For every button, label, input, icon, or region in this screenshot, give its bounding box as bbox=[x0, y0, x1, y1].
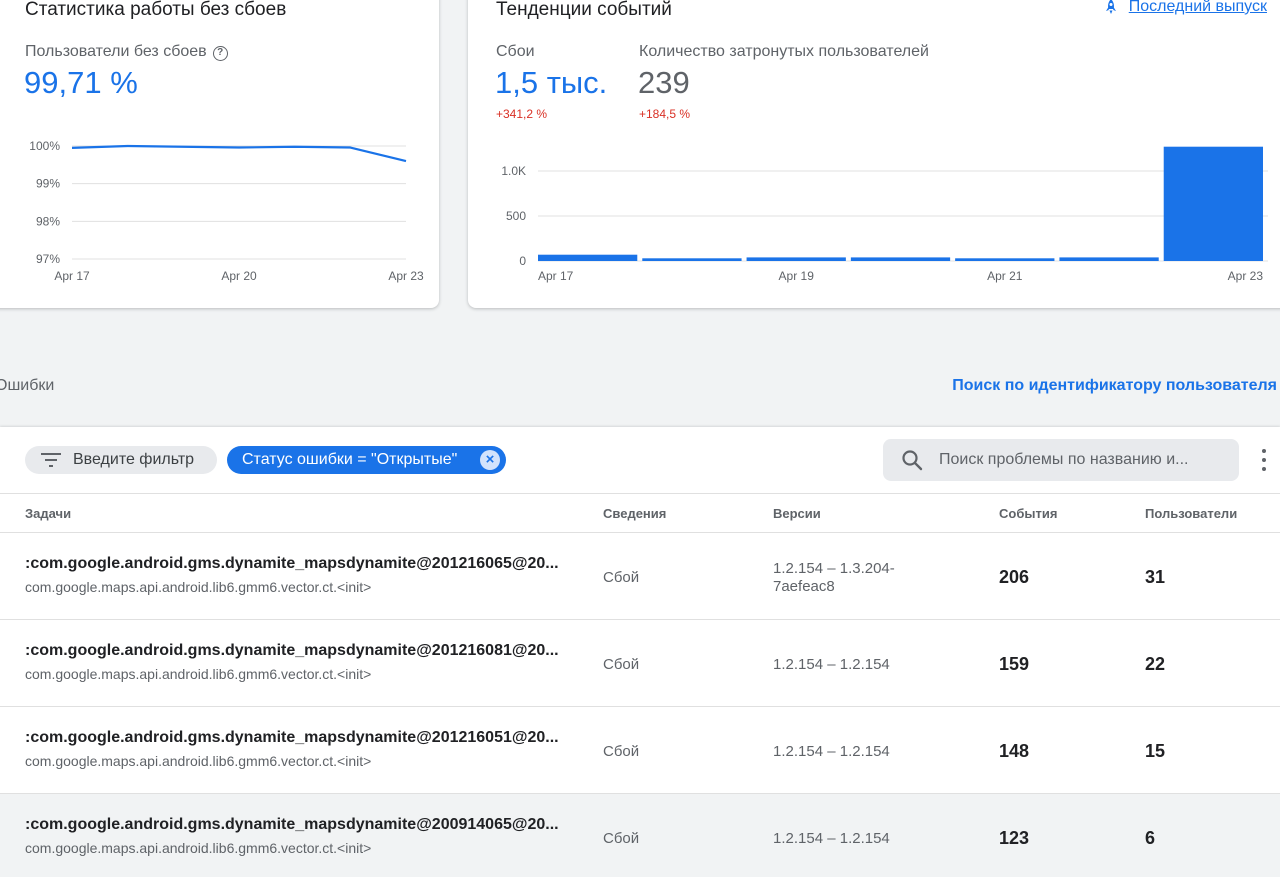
issue-details: Сбой bbox=[603, 569, 640, 586]
x-tick-label: Apr 17 bbox=[54, 269, 90, 283]
table-row[interactable]: :com.google.android.gms.dynamite_mapsdyn… bbox=[0, 620, 1280, 707]
y-tick-label: 98% bbox=[36, 214, 60, 228]
crash-free-users-line bbox=[71, 144, 407, 163]
close-icon[interactable]: × bbox=[480, 450, 500, 470]
filter-icon bbox=[41, 453, 61, 467]
table-row[interactable]: :com.google.android.gms.dynamite_mapsdyn… bbox=[0, 707, 1280, 794]
bar bbox=[850, 257, 951, 261]
search-icon bbox=[902, 450, 923, 471]
x-tick-label: Apr 23 bbox=[388, 269, 424, 283]
issue-users: 22 bbox=[1145, 654, 1166, 674]
column-issues[interactable]: Задачи bbox=[25, 506, 71, 521]
issue-versions: 1.2.154 – 1.2.154 bbox=[773, 656, 890, 673]
issue-subtitle: com.google.maps.api.android.lib6.gmm6.ve… bbox=[25, 753, 372, 769]
event-trends-bar-chart: 1.0K 500 0 Apr 17 Apr 19 Apr 21 Apr 23 bbox=[501, 146, 1268, 283]
table-row[interactable]: :com.google.android.gms.dynamite_mapsdyn… bbox=[0, 794, 1280, 877]
issue-events: 206 bbox=[999, 567, 1030, 587]
issue-versions: 1.2.154 – 1.3.204-7aefeac8 bbox=[773, 560, 895, 595]
table-row[interactable]: :com.google.android.gms.dynamite_mapsdyn… bbox=[0, 533, 1280, 620]
issue-users: 31 bbox=[1145, 567, 1166, 587]
stability-line-chart: 100% 99% 98% 97% Apr 17 Apr 20 Apr 23 bbox=[29, 139, 424, 283]
status-filter-chip[interactable]: Статус ошибки = "Открытые" × bbox=[227, 446, 506, 474]
issue-cell: :com.google.android.gms.dynamite_mapsdyn… bbox=[25, 555, 565, 595]
column-versions[interactable]: Версии bbox=[773, 506, 821, 521]
bar bbox=[1059, 257, 1159, 261]
issue-title[interactable]: :com.google.android.gms.dynamite_mapsdyn… bbox=[25, 816, 565, 834]
issue-details: Сбой bbox=[603, 656, 640, 673]
issue-events: 123 bbox=[999, 828, 1030, 848]
x-tick-label: Apr 23 bbox=[1228, 269, 1264, 283]
issues-table-panel: Введите фильтр Статус ошибки = "Открытые… bbox=[0, 427, 1280, 877]
issue-title[interactable]: :com.google.android.gms.dynamite_mapsdyn… bbox=[25, 642, 565, 660]
issues-toolbar: Введите фильтр Статус ошибки = "Открытые… bbox=[0, 427, 1280, 493]
bar bbox=[538, 254, 638, 261]
search-by-user-id-link[interactable]: Поиск по идентификатору пользователя bbox=[952, 377, 1277, 395]
bar bbox=[642, 258, 742, 261]
issue-subtitle: com.google.maps.api.android.lib6.gmm6.ve… bbox=[25, 666, 372, 682]
y-tick-label: 1.0K bbox=[501, 164, 526, 178]
status-chip-label: Статус ошибки = "Открытые" bbox=[242, 451, 458, 468]
y-tick-label: 0 bbox=[519, 254, 526, 268]
x-tick-label: Apr 20 bbox=[221, 269, 257, 283]
column-users[interactable]: Пользователи bbox=[1145, 506, 1237, 521]
stability-card: Статистика работы без сбоев Пользователи… bbox=[0, 0, 439, 308]
filter-chip-label: Введите фильтр bbox=[73, 451, 195, 468]
y-tick-label: 99% bbox=[36, 177, 60, 191]
y-tick-label: 500 bbox=[506, 209, 526, 223]
issue-title[interactable]: :com.google.android.gms.dynamite_mapsdyn… bbox=[25, 555, 565, 573]
issue-cell: :com.google.android.gms.dynamite_mapsdyn… bbox=[25, 642, 565, 682]
x-tick-label: Apr 21 bbox=[987, 269, 1023, 283]
event-trends-card: Тенденции событий Последний выпуск Сбои … bbox=[468, 0, 1280, 308]
y-tick-label: 97% bbox=[36, 252, 60, 266]
more-vert-icon[interactable] bbox=[1255, 447, 1273, 473]
issue-cell: :com.google.android.gms.dynamite_mapsdyn… bbox=[25, 729, 565, 769]
issue-users: 15 bbox=[1145, 741, 1166, 761]
bar bbox=[1163, 146, 1263, 261]
issue-users: 6 bbox=[1145, 828, 1156, 848]
x-tick-label: Apr 17 bbox=[538, 269, 574, 283]
table-header: Задачи Сведения Версии События Пользоват… bbox=[0, 493, 1280, 533]
issue-cell: :com.google.android.gms.dynamite_mapsdyn… bbox=[25, 816, 565, 856]
issue-title[interactable]: :com.google.android.gms.dynamite_mapsdyn… bbox=[25, 729, 565, 747]
y-tick-label: 100% bbox=[29, 139, 60, 153]
issue-events: 159 bbox=[999, 654, 1030, 674]
issue-subtitle: com.google.maps.api.android.lib6.gmm6.ve… bbox=[25, 579, 372, 595]
issue-subtitle: com.google.maps.api.android.lib6.gmm6.ve… bbox=[25, 840, 372, 856]
x-tick-label: Apr 19 bbox=[779, 269, 815, 283]
column-details[interactable]: Сведения bbox=[603, 506, 666, 521]
issue-details: Сбой bbox=[603, 743, 640, 760]
search-placeholder: Поиск проблемы по названию и... bbox=[939, 451, 1189, 468]
bar bbox=[955, 258, 1055, 261]
issue-events: 148 bbox=[999, 741, 1030, 761]
errors-section-title: Ошибки bbox=[0, 377, 55, 394]
bar bbox=[746, 257, 846, 261]
add-filter-chip[interactable]: Введите фильтр bbox=[25, 446, 217, 474]
column-events[interactable]: События bbox=[999, 506, 1057, 521]
issue-versions: 1.2.154 – 1.2.154 bbox=[773, 830, 890, 847]
issue-details: Сбой bbox=[603, 830, 640, 847]
issue-search-input[interactable]: Поиск проблемы по названию и... bbox=[883, 439, 1239, 481]
issue-versions: 1.2.154 – 1.2.154 bbox=[773, 743, 890, 760]
